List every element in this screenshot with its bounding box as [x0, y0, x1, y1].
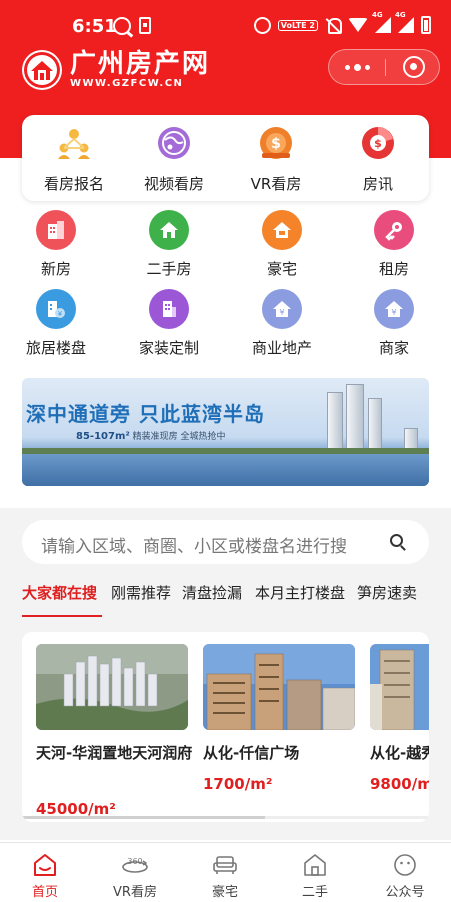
status-indicators: VoLTE 2 4G 4G	[253, 11, 431, 34]
banner-area: 85-107m²	[76, 431, 130, 442]
property-name: 天河-华润置地天河润府	[36, 744, 193, 762]
vr-360-icon: 360	[122, 857, 148, 873]
svg-text:¥: ¥	[279, 308, 284, 317]
category-label: 商业地产	[251, 339, 312, 357]
top-menu-card: 看房报名 视频看房 $ VR看房 $ 房讯	[22, 115, 429, 201]
svg-text:$: $	[374, 137, 382, 150]
top-menu-label: 房讯	[362, 175, 393, 193]
capsule-divider	[385, 59, 386, 76]
signal-label-2: 4G	[395, 11, 406, 19]
horizontal-scrollbar[interactable]	[22, 816, 429, 819]
mansion-icon	[262, 210, 302, 250]
notification-search-icon	[113, 17, 131, 35]
battery-icon	[421, 16, 431, 34]
bottom-navigation: 首页 360 VR看房 豪宅 二手 公众号	[0, 842, 451, 902]
logo-title: 广州房产网	[70, 49, 211, 79]
house-outline-icon	[304, 854, 326, 876]
svg-text:¥: ¥	[391, 308, 396, 317]
svg-text:360: 360	[127, 857, 142, 866]
category-label: 豪宅	[266, 260, 297, 278]
volte-icon: VoLTE 2	[277, 19, 318, 31]
banner-sub-text: 精装准现房 全城热抢中	[132, 432, 226, 442]
mute-icon	[325, 17, 342, 34]
property-name: 从化-越秀	[370, 744, 429, 762]
house-icon	[149, 210, 189, 250]
commercial-house-icon: ¥	[262, 289, 302, 329]
property-image	[36, 644, 188, 730]
property-card-list: 天河-华润置地天河润府 45000/m² 从化-仟信广场 1700/m² 从化-…	[22, 632, 429, 822]
vr-coin-icon: $	[260, 127, 292, 159]
nav-label: VR看房	[113, 885, 157, 900]
nav-second-hand[interactable]: 二手	[270, 843, 360, 902]
status-app-icons	[113, 17, 151, 35]
video-globe-icon	[158, 127, 190, 159]
home-icon	[34, 854, 56, 876]
wifi-icon	[348, 18, 368, 32]
search-placeholder: 请输入区域、商圈、小区或楼盘名进行搜	[41, 537, 347, 557]
tab-clearance-deals[interactable]: 清盘捡漏	[182, 582, 242, 603]
logo-subtitle: WWW.GZFCW.CN	[70, 78, 184, 89]
banner-headline: 深中通道旁 只此蓝湾半岛	[26, 402, 265, 426]
decoration-icon	[149, 289, 189, 329]
nav-home[interactable]: 首页	[0, 843, 90, 902]
nav-mansion[interactable]: 豪宅	[180, 843, 270, 902]
svg-text:¥: ¥	[58, 310, 63, 318]
tab-everyone-searching[interactable]: 大家都在搜	[22, 582, 97, 603]
key-icon	[374, 210, 414, 250]
news-pie-icon: $	[362, 127, 394, 159]
people-group-icon	[58, 129, 90, 159]
sofa-icon	[213, 856, 237, 874]
signal-label-1: 4G	[372, 11, 383, 19]
tab-quick-sale[interactable]: 笋房速卖	[357, 582, 417, 603]
status-time: 6:51	[72, 16, 117, 37]
property-price: 9800/m²	[370, 775, 429, 793]
property-image	[370, 644, 429, 730]
signal-icon: 4G	[372, 11, 391, 33]
property-price: 1700/m²	[203, 775, 273, 793]
travel-house-icon: ¥	[36, 289, 76, 329]
nav-label: 公众号	[385, 885, 425, 900]
signal-icon-2: 4G	[395, 11, 414, 33]
category-label: 旅居楼盘	[25, 339, 86, 357]
category-label: 二手房	[146, 260, 192, 278]
property-name: 从化-仟信广场	[203, 744, 300, 762]
search-icon[interactable]	[390, 534, 403, 547]
category-label: 新房	[40, 260, 71, 278]
logo-house-icon	[22, 50, 62, 90]
notification-sim-icon	[139, 17, 151, 34]
alarm-icon	[253, 16, 271, 34]
tab-monthly-featured[interactable]: 本月主打楼盘	[255, 582, 345, 603]
nav-label: 豪宅	[211, 885, 238, 900]
property-image	[203, 644, 355, 730]
search-input[interactable]: 请输入区域、商圈、小区或楼盘名进行搜	[22, 520, 429, 564]
category-label: 商家	[378, 339, 409, 357]
scrollbar-thumb[interactable]	[22, 816, 265, 819]
top-menu-label: VR看房	[250, 175, 302, 193]
mini-program-capsule	[328, 49, 440, 85]
site-logo[interactable]: 广州房产网 WWW.GZFCW.CN	[22, 50, 210, 90]
wechat-face-icon	[394, 854, 416, 876]
svg-text:$: $	[271, 136, 281, 152]
top-menu-label: 看房报名	[43, 175, 104, 193]
category-label: 家装定制	[138, 339, 199, 357]
nav-official-account[interactable]: 公众号	[360, 843, 450, 902]
status-bar: 6:51 VoLTE 2 4G 4G	[0, 0, 451, 46]
close-target-icon[interactable]	[403, 56, 425, 78]
nav-label: 首页	[31, 885, 58, 900]
top-menu-label: 视频看房	[143, 175, 204, 193]
nav-label: 二手	[301, 885, 328, 900]
building-icon	[36, 210, 76, 250]
more-options-icon[interactable]	[329, 50, 385, 84]
banner-subtitle: 85-107m² 精装准现房 全城热抢中	[76, 429, 226, 442]
banner-water	[22, 454, 429, 486]
merchant-house-icon: ¥	[374, 289, 414, 329]
nav-vr[interactable]: 360 VR看房	[90, 843, 180, 902]
category-label: 租房	[378, 260, 409, 278]
tab-essential-picks[interactable]: 刚需推荐	[111, 582, 171, 603]
promo-banner[interactable]: 深中通道旁 只此蓝湾半岛 85-107m² 精装准现房 全城热抢中	[22, 378, 429, 486]
active-tab-indicator	[22, 615, 102, 617]
